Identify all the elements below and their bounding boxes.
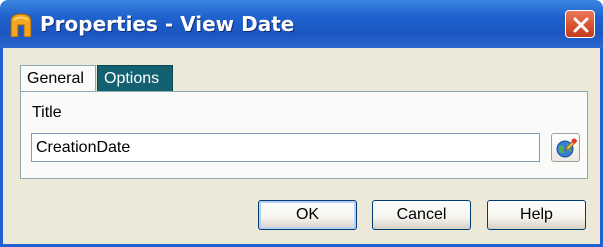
general-tab-panel: Title xyxy=(20,91,588,179)
ok-button[interactable]: OK xyxy=(258,200,357,230)
tab-options[interactable]: Options xyxy=(97,65,173,91)
building-icon xyxy=(10,13,32,37)
dialog-body: General Options Title OK Cancel Help xyxy=(0,48,603,247)
title-input[interactable] xyxy=(31,133,540,162)
help-button[interactable]: Help xyxy=(487,200,586,230)
close-button[interactable] xyxy=(565,10,595,38)
title-browse-button[interactable] xyxy=(551,133,580,162)
title-field-label: Title xyxy=(32,104,62,121)
window-title: Properties - View Date xyxy=(40,12,295,36)
title-bar[interactable]: Properties - View Date xyxy=(0,0,603,48)
cancel-button[interactable]: Cancel xyxy=(372,200,471,230)
globe-edit-icon xyxy=(556,138,577,158)
close-x-icon xyxy=(573,17,589,33)
tab-general[interactable]: General xyxy=(20,65,96,91)
